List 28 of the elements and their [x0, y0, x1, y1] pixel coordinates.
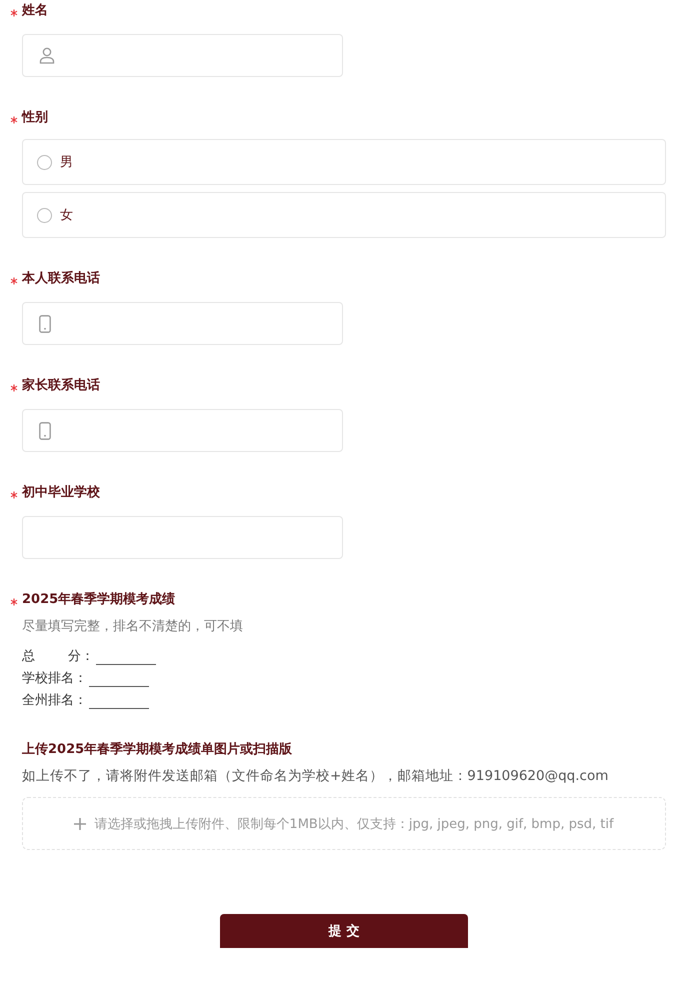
hint-text: 如上传不了，请将附件发送邮箱（文件命名为学校+姓名），邮箱地址：919109620@qq.com [22, 767, 610, 785]
radio-button[interactable] [37, 154, 52, 170]
field-label: 姓名 [22, 2, 48, 19]
score-label: 总 分： [22, 648, 94, 665]
submit-button[interactable]: 提 交 [220, 914, 468, 948]
score-label: 全州排名： [22, 692, 87, 709]
option-label: 女 [60, 207, 73, 224]
field-label: 上传2025年春季学期模考成绩单图片或扫描版 [22, 740, 292, 758]
field-label: 初中毕业学校 [22, 484, 100, 501]
person-icon [39, 47, 55, 64]
input-field[interactable] [22, 34, 343, 77]
score-label: 学校排名： [22, 670, 87, 687]
radio-option[interactable]: 男 [22, 139, 666, 185]
phone-icon [39, 314, 51, 332]
upload-placeholder: 请选择或拖拽上传附件、限制每个1MB以内、仅支持：jpg, jpeg, png, gif, bmp, psd, tif [94, 816, 614, 832]
field-label: 性别 [22, 109, 48, 126]
input-field[interactable] [22, 516, 343, 559]
radio-button[interactable] [37, 208, 52, 222]
field-label: 家长联系电话 [22, 376, 100, 394]
plus-icon [74, 818, 86, 830]
input-field[interactable] [22, 409, 343, 452]
radio-option[interactable]: 女 [22, 192, 666, 238]
field-label: 本人联系电话 [22, 270, 100, 287]
phone-icon [39, 422, 51, 440]
hint-text: 尽量填写完整，排名不清楚的，可不填 [22, 618, 244, 635]
option-label: 男 [60, 154, 73, 171]
input-field[interactable] [22, 302, 343, 345]
field-label: 2025年春季学期模考成绩 [22, 590, 176, 608]
